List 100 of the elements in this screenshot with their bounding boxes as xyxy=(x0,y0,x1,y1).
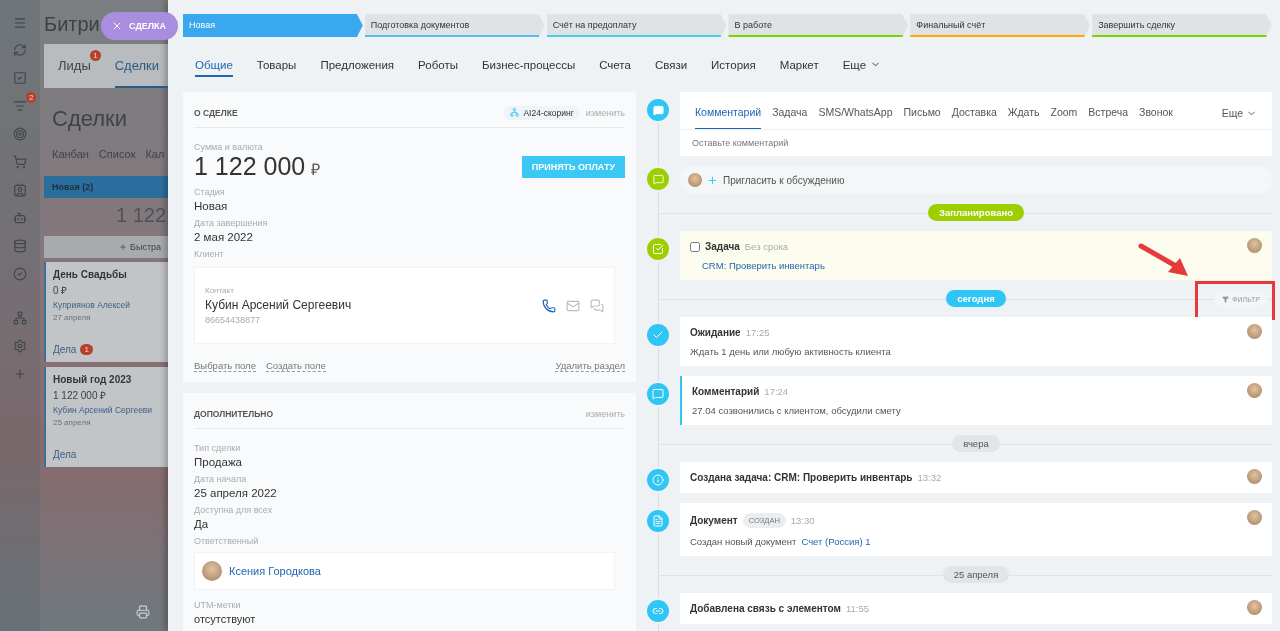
field-value: 2 мая 2022 xyxy=(194,231,254,243)
section-tab[interactable]: Связи xyxy=(654,52,688,77)
field-label: Клиент xyxy=(194,249,225,259)
comment-icon xyxy=(645,97,671,123)
composer-tab[interactable]: SMS/WhatsApp xyxy=(818,106,893,129)
section-tab[interactable]: Общие xyxy=(195,52,233,77)
field-label: Контакт xyxy=(205,286,235,295)
tasks-link[interactable]: Дела xyxy=(53,344,77,355)
task-link[interactable]: CRM: Проверить инвентарь xyxy=(702,260,1262,271)
stage-step[interactable]: В работе xyxy=(728,14,909,37)
phone-icon[interactable] xyxy=(542,298,556,313)
avatar-icon xyxy=(1247,238,1262,253)
section-tab[interactable]: Бизнес-процессы xyxy=(481,52,576,77)
section-tab[interactable]: Роботы xyxy=(418,52,458,77)
settings-icon[interactable] xyxy=(13,339,27,353)
avatar-icon xyxy=(1247,324,1262,339)
robot-icon[interactable] xyxy=(13,211,27,225)
composer-tab[interactable]: Письмо xyxy=(903,106,941,129)
composer-tab[interactable]: Встреча xyxy=(1088,106,1129,129)
section-tab[interactable]: Маркет xyxy=(779,52,819,77)
more-tab[interactable]: Еще xyxy=(1221,107,1257,129)
funnel-icon[interactable] xyxy=(13,99,27,113)
mail-icon[interactable] xyxy=(566,298,580,313)
comment-icon xyxy=(645,381,671,407)
event-text: Создан новый документ xyxy=(690,536,797,547)
chat-icon[interactable] xyxy=(590,298,604,313)
deal-title: День Свадьбы xyxy=(53,269,128,280)
plus-icon[interactable] xyxy=(13,367,27,381)
event-title: Задача xyxy=(705,241,740,252)
date-separator: сегодня xyxy=(946,290,1006,307)
field-value: 25 апреля 2022 xyxy=(194,487,278,499)
field-label: Стадия xyxy=(194,187,226,197)
delete-section-link[interactable]: Удалить раздел xyxy=(555,360,625,372)
nav-tab[interactable]: Лиды 1 xyxy=(58,44,101,88)
app-title: Битри xyxy=(44,13,100,36)
deal-title: Новый год 2023 xyxy=(53,374,133,385)
field-action-link[interactable]: Выбрать поле xyxy=(194,360,256,372)
section-tab[interactable]: История xyxy=(711,52,756,77)
document-icon xyxy=(645,508,671,534)
composer-tab[interactable]: Комментарий xyxy=(695,106,762,129)
composer-tab[interactable]: Zoom xyxy=(1050,106,1078,129)
section-tab[interactable]: Товары xyxy=(256,52,297,77)
database-icon[interactable] xyxy=(13,239,27,253)
event-meta: Без срока xyxy=(744,241,789,252)
menu-icon[interactable] xyxy=(13,15,27,29)
field-value: Да xyxy=(194,518,210,530)
scoring-button[interactable]: AI24-скоринг xyxy=(504,105,580,120)
composer-tab[interactable]: Звонок xyxy=(1139,106,1173,129)
check-circle-icon[interactable] xyxy=(13,267,27,281)
target-icon[interactable] xyxy=(13,127,27,141)
invite-button[interactable]: Пригласить к обсуждению xyxy=(680,166,1272,194)
page-heading: Сделки xyxy=(51,105,128,133)
network-icon[interactable] xyxy=(13,311,27,325)
field-label: Доступна для всех xyxy=(194,505,274,515)
info-icon xyxy=(645,467,671,493)
stage-step[interactable]: Счёт на предоплату xyxy=(546,14,727,37)
stage-step[interactable]: Финальный счёт xyxy=(910,14,1091,37)
contact-link[interactable]: Кубин Арсений Сергееви xyxy=(53,405,153,415)
composer-tab[interactable]: Задача xyxy=(772,106,808,129)
cart-icon[interactable] xyxy=(13,155,27,169)
deal-amount: 1 122 000 xyxy=(194,152,306,181)
comment-field[interactable]: Оставьте комментарий xyxy=(680,130,1272,156)
avatar-icon xyxy=(1247,469,1262,484)
field-label: UTM-метки xyxy=(194,600,242,610)
deal-date: 25 апреля xyxy=(53,418,92,427)
close-icon xyxy=(111,20,123,32)
check-icon xyxy=(645,322,671,348)
checkbox-icon[interactable] xyxy=(13,71,27,85)
task-checkbox[interactable] xyxy=(690,241,700,252)
date-separator: 25 апреля xyxy=(942,566,1010,583)
contact-name: Кубин Арсений Сергеевич xyxy=(205,298,352,312)
stage-step[interactable]: Подготовка документов xyxy=(364,14,545,37)
composer-tab[interactable]: Доставка xyxy=(951,106,997,129)
avatar-icon xyxy=(688,173,702,187)
section-tab[interactable]: Предложения xyxy=(320,52,395,77)
contact-link[interactable]: Куприянов Алексей xyxy=(53,300,131,310)
stage-step[interactable]: Завершить сделку xyxy=(1092,14,1272,37)
printer-icon[interactable] xyxy=(136,605,150,619)
field-action-link[interactable]: Создать поле xyxy=(265,360,326,372)
field-value: отсутствуют xyxy=(194,613,257,625)
tasks-link[interactable]: Дела xyxy=(53,449,77,460)
responsible-link[interactable]: Ксения Городкова xyxy=(229,565,321,577)
refresh-icon[interactable] xyxy=(13,43,27,57)
composer-tab[interactable]: Ждать xyxy=(1007,106,1040,129)
event-title: Создана задача: CRM: Проверить инвентарь xyxy=(690,472,913,483)
avatar-icon xyxy=(1247,600,1262,615)
count-badge: 1 xyxy=(80,344,93,355)
document-link[interactable]: Счет (Россия) 1 xyxy=(801,536,871,547)
phone-number: 86654438877 xyxy=(205,315,262,325)
deal-amount: 0 ₽ xyxy=(53,284,69,297)
deal-card[interactable]: Новый год 2023 1 122 000 ₽ Кубин Арсений Сергееви 25 апреля Дела xyxy=(44,367,168,467)
section-tab[interactable]: Счета xyxy=(599,52,631,77)
deal-card[interactable]: День Свадьбы 0 ₽ Куприянов Алексей 27 апреля Дела 1 xyxy=(44,262,168,362)
event-time: 17:25 xyxy=(745,327,770,338)
annotation-arrow xyxy=(1138,242,1190,278)
section-tab[interactable]: Еще xyxy=(842,52,882,77)
contact-card-icon[interactable] xyxy=(13,183,27,197)
event-time: 17:24 xyxy=(764,386,789,397)
column-header: Новая (2) xyxy=(44,176,168,198)
quick-add-bar[interactable]: Быстра xyxy=(44,236,168,258)
